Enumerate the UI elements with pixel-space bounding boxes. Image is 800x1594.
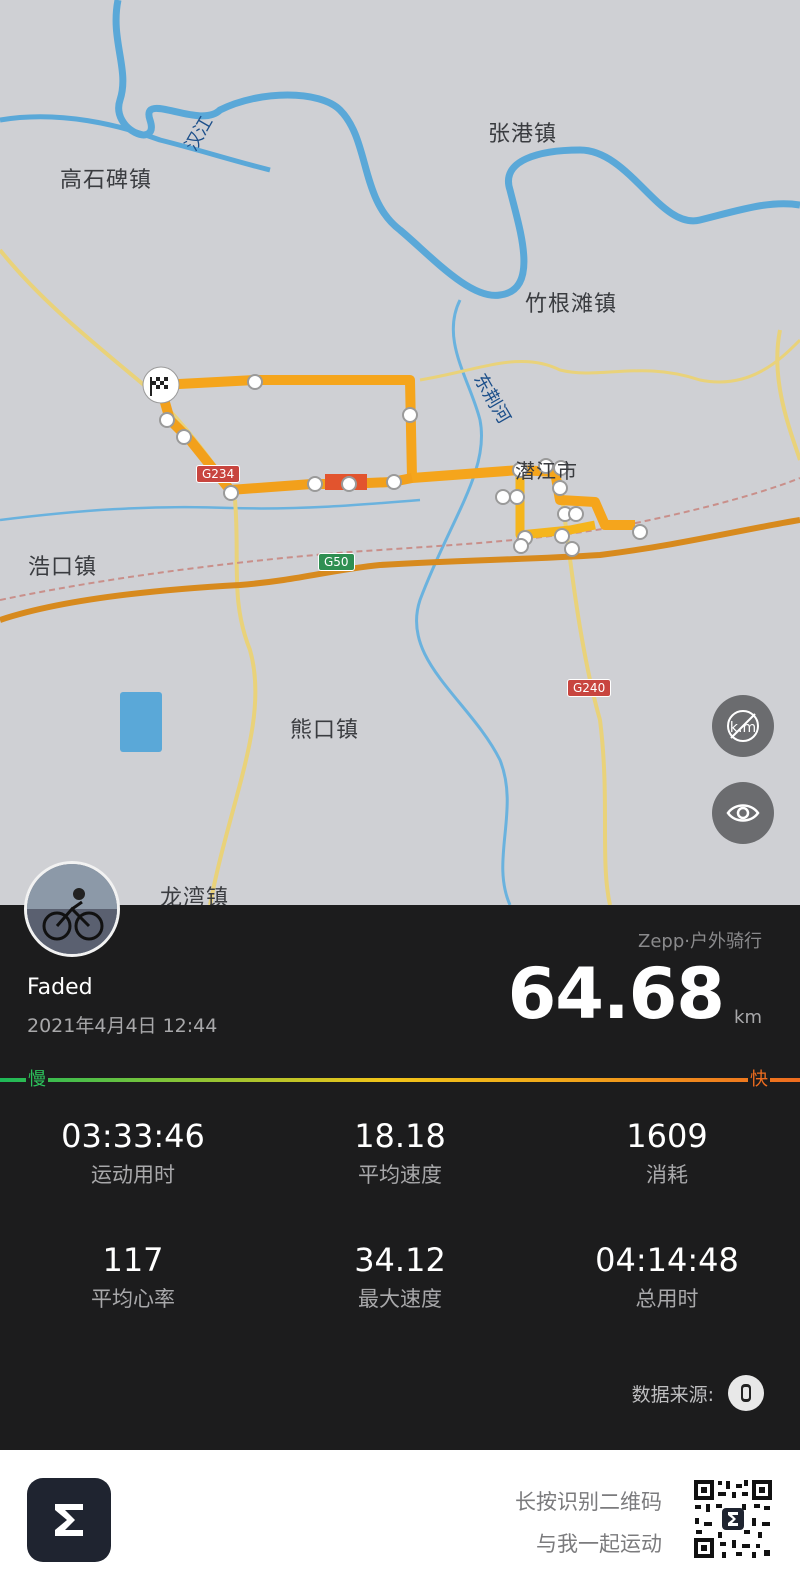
map-base [0, 0, 800, 905]
speed-slow-label: 慢 [26, 1065, 48, 1091]
stat-calories: 1609 消耗 [534, 1117, 800, 1189]
stat-max-speed: 34.12 最大速度 [267, 1241, 533, 1313]
km-marker-toggle-button[interactable]: k.m [712, 695, 774, 757]
eye-icon [726, 804, 760, 822]
speed-fast-label: 快 [748, 1065, 770, 1091]
km-marker-off-icon: k.m [727, 710, 759, 742]
zepp-sigma-logo [27, 1478, 111, 1562]
stat-avg-speed: 18.18 平均速度 [267, 1117, 533, 1189]
sigma-icon [55, 1504, 83, 1536]
town-label: 熊口镇 [290, 718, 360, 743]
stat-avg-heart-rate: 117 平均心率 [0, 1241, 266, 1313]
stat-label: 消耗 [646, 1163, 688, 1187]
stat-label: 平均速度 [358, 1163, 442, 1187]
town-label: 张港镇 [488, 122, 558, 147]
stat-value: 03:33:46 [61, 1117, 205, 1155]
town-label: 潜江市 [515, 459, 578, 483]
road-badge: G50 [318, 553, 355, 571]
activity-source-label: Zepp·户外骑行 [638, 931, 762, 952]
town-label: 高石碑镇 [60, 168, 153, 193]
cyclist-avatar-image [27, 864, 117, 954]
stat-value: 18.18 [354, 1117, 446, 1155]
route-map[interactable]: 高石碑镇 张港镇 竹根滩镇 浩口镇 熊口镇 潜江市 龙湾镇 汉江 东荆河 G23… [0, 0, 800, 905]
stat-moving-time: 03:33:46 运动用时 [0, 1117, 266, 1189]
stat-value: 1609 [626, 1117, 708, 1155]
share-footer: 长按识别二维码 与我一起运动 [0, 1450, 800, 1594]
stat-value: 34.12 [354, 1241, 446, 1279]
road-badge: G234 [196, 465, 241, 483]
distance-value: 64.68 [507, 953, 725, 1035]
road-badge: G240 [567, 679, 612, 697]
user-name: Faded [27, 975, 93, 1000]
stat-total-time: 04:14:48 总用时 [534, 1241, 800, 1313]
stat-label: 最大速度 [358, 1287, 442, 1311]
town-label: 浩口镇 [28, 555, 98, 580]
stat-label: 平均心率 [91, 1287, 175, 1311]
qr-promo-line1: 长按识别二维码 [515, 1490, 662, 1514]
activity-datetime: 2021年4月4日 12:44 [27, 1015, 218, 1037]
data-source-label: 数据来源: [631, 1384, 714, 1406]
stat-label: 总用时 [635, 1287, 699, 1311]
town-label: 龙湾镇 [160, 886, 230, 905]
stat-label: 运动用时 [91, 1163, 175, 1187]
speed-gradient-bar [0, 1078, 800, 1082]
avatar[interactable] [24, 861, 120, 957]
activity-summary-panel: Zepp·户外骑行 Faded 2021年4月4日 12:44 64.68 km… [0, 861, 800, 1450]
distance-unit: km [734, 1007, 762, 1028]
qr-code-icon[interactable] [692, 1478, 774, 1560]
visibility-toggle-button[interactable] [712, 782, 774, 844]
svg-text:k.m: k.m [730, 720, 756, 736]
finish-flag-icon [142, 366, 180, 404]
stat-value: 117 [102, 1241, 164, 1279]
qr-promo-line2: 与我一起运动 [536, 1532, 662, 1556]
stat-value: 04:14:48 [595, 1241, 739, 1279]
watch-device-glyph [741, 1384, 751, 1402]
watch-device-icon[interactable] [728, 1375, 764, 1411]
town-label: 竹根滩镇 [525, 292, 618, 317]
